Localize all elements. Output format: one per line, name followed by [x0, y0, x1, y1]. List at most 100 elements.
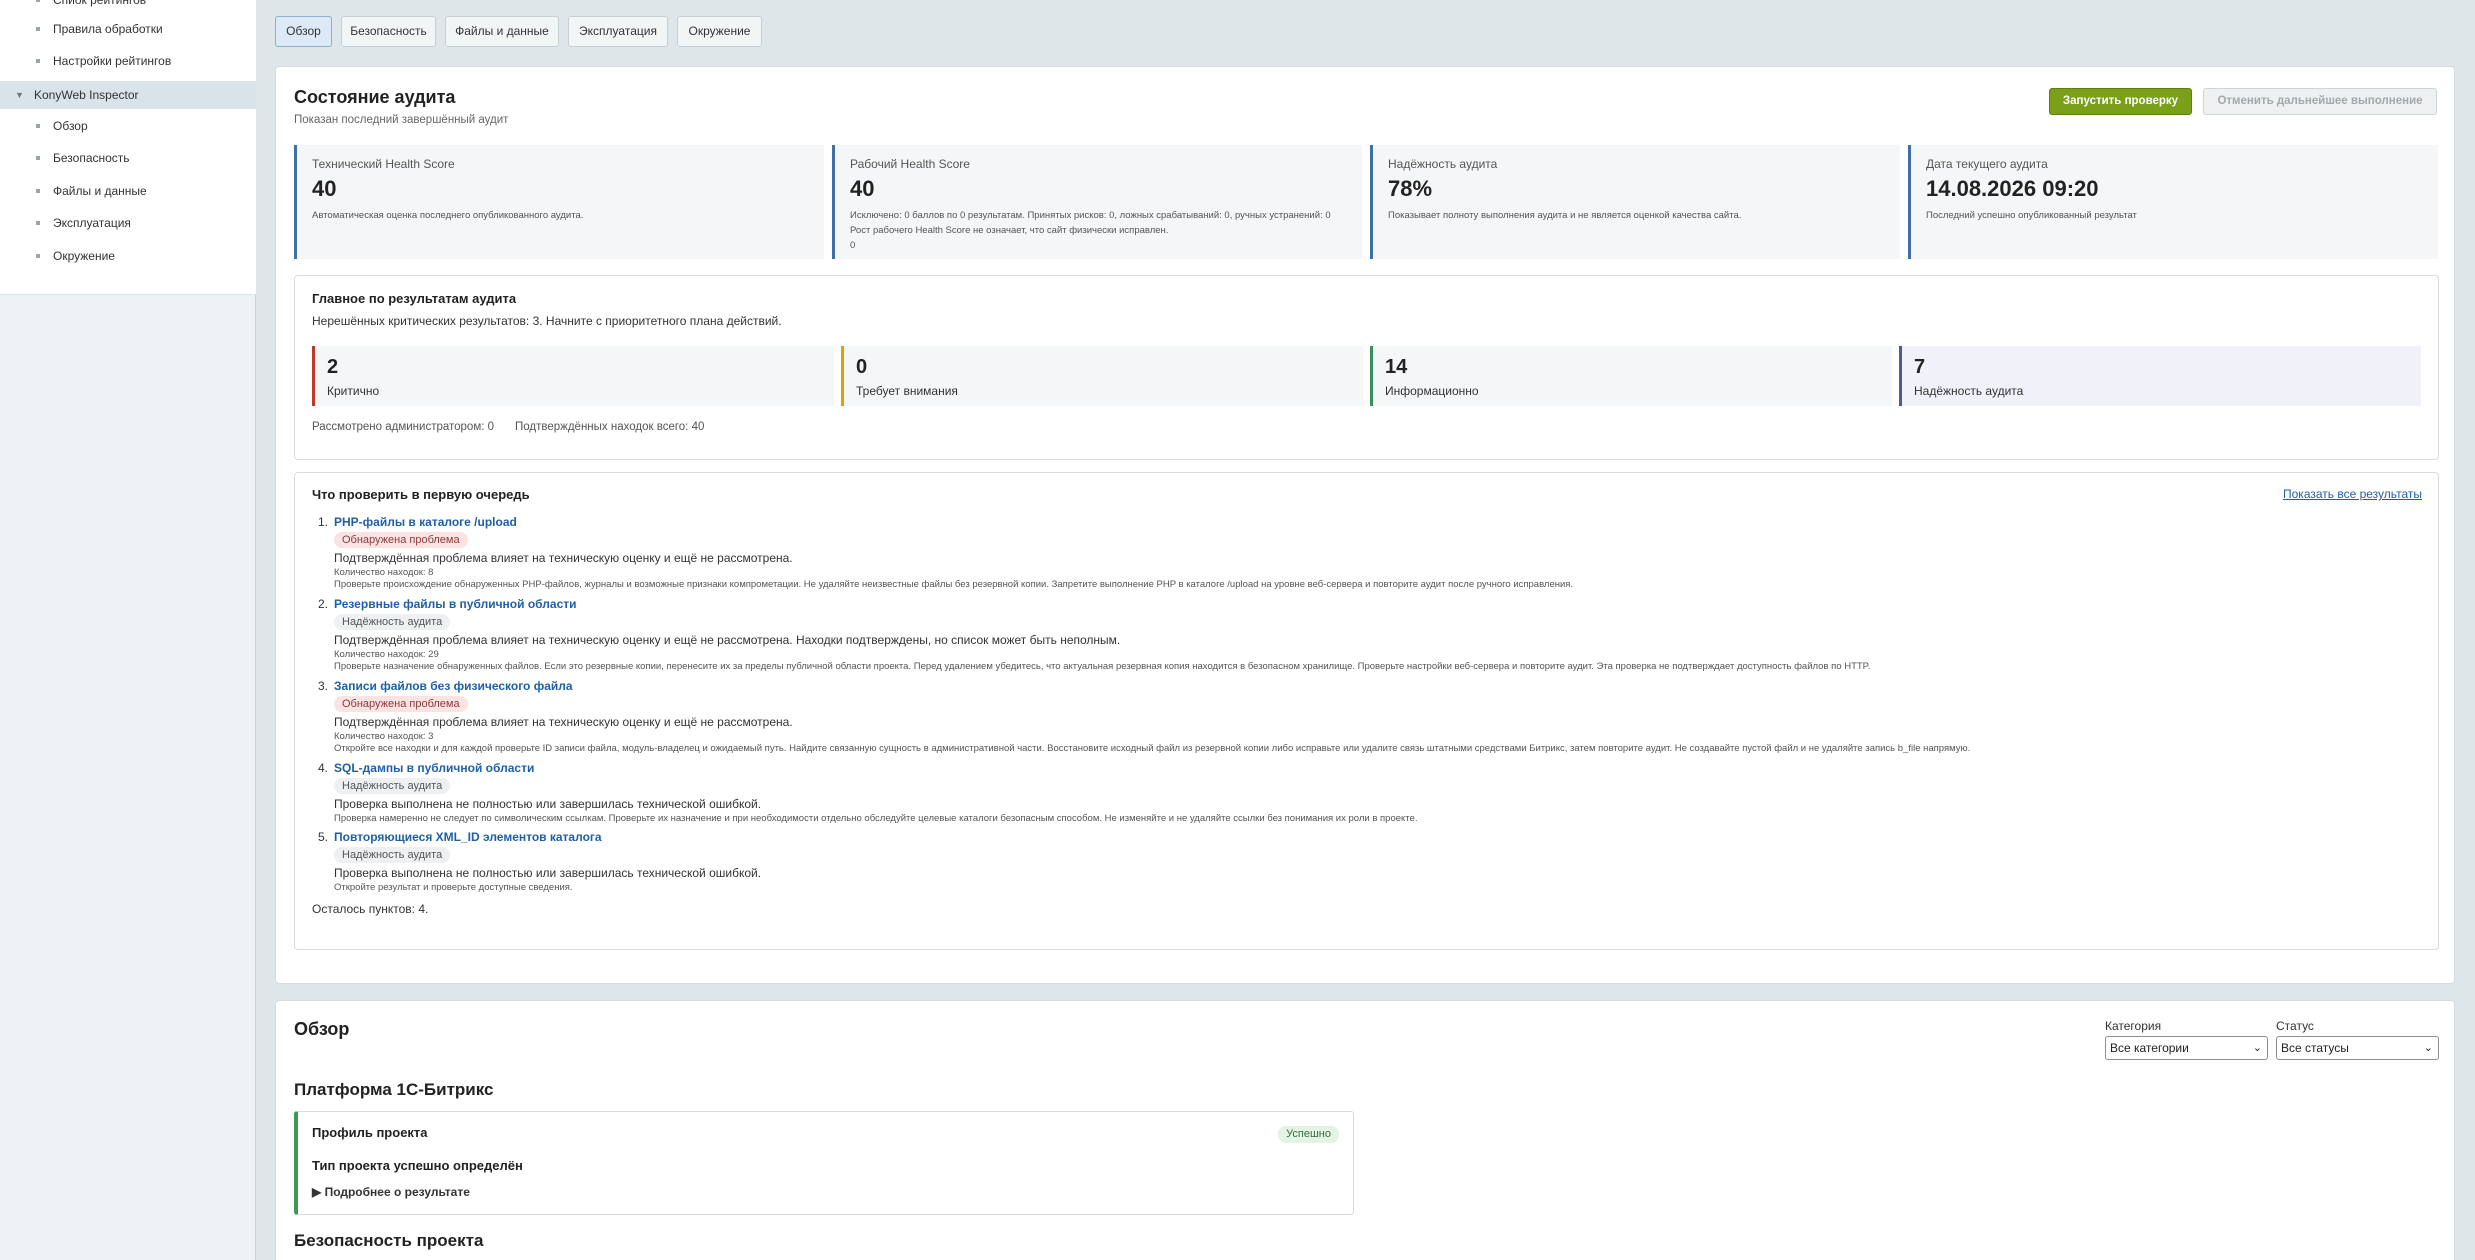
item-recommendation: Проверка намеренно не следует по символи…: [334, 813, 1418, 824]
audit-title: Состояние аудита: [294, 87, 456, 107]
item-title-link[interactable]: Повторяющиеся XML_ID элементов каталога: [334, 830, 602, 844]
bullet-icon: [36, 189, 40, 193]
category-label: Категория: [2105, 1019, 2162, 1033]
item-number: 5.: [318, 830, 329, 844]
tab-operations[interactable]: Эксплуатация: [568, 16, 668, 47]
sidebar-item-overview[interactable]: Обзор: [0, 112, 256, 140]
item-title-link[interactable]: Записи файлов без физического файла: [334, 679, 573, 693]
item-title-link[interactable]: SQL-дампы в публичной области: [334, 761, 534, 775]
score-desc-line: Исключено: 0 баллов по 0 результатам. Пр…: [850, 210, 1331, 221]
tab-files-data[interactable]: Файлы и данные: [445, 16, 559, 47]
item-count: Количество находок: 8: [334, 567, 434, 578]
sidebar-item-security[interactable]: Безопасность: [0, 144, 256, 172]
stat-label: Информационно: [1385, 384, 1479, 398]
confirmed-count: Подтверждённых находок всего: 40: [515, 421, 705, 433]
run-check-button[interactable]: Запустить проверку: [2049, 88, 2192, 115]
item-count: Количество находок: 3: [334, 731, 434, 742]
sidebar-item-processing-rules[interactable]: Правила обработки: [0, 15, 256, 43]
score-label: Надёжность аудита: [1388, 157, 1498, 171]
summary-title: Главное по результатам аудита: [312, 291, 517, 306]
score-value: 78%: [1388, 176, 1433, 201]
score-description: Автоматическая оценка последнего опублик…: [312, 210, 584, 221]
card-title: Профиль проекта: [312, 1125, 428, 1140]
priority-title: Что проверить в первую очередь: [312, 487, 530, 502]
bullet-icon: [36, 59, 40, 63]
audit-reliability-card: Надёжность аудита 78% Показывает полноту…: [1370, 145, 1900, 259]
item-recommendation: Откройте результат и проверьте доступные…: [334, 882, 573, 893]
sidebar-list: Спиок рейтингов Правила обработки Настро…: [0, 0, 256, 295]
tab-environment[interactable]: Окружение: [677, 16, 762, 47]
item-recommendation: Откройте все находки и для каждой провер…: [334, 743, 1971, 754]
status-badge: Надёжность аудита: [334, 847, 451, 863]
remaining-count: Осталось пунктов: 4.: [312, 902, 429, 916]
overview-panel: Обзор Категория Все категории ⌄ Статус В…: [275, 1000, 2455, 1260]
sidebar-item-konyweb-inspector[interactable]: ▼ KonyWeb Inspector: [0, 81, 256, 109]
stat-value: 7: [1914, 356, 1926, 378]
show-all-results-link[interactable]: Показать все результаты: [2283, 487, 2422, 501]
item-description: Подтверждённая проблема влияет на технич…: [334, 633, 1121, 647]
sidebar-item-label: Безопасность: [53, 151, 130, 165]
item-description: Проверка выполнена не полностью или заве…: [334, 797, 762, 811]
technical-health-score-card: Технический Health Score 40 Автоматическ…: [294, 145, 824, 259]
priority-item: 2. Резервные файлы в публичной области Н…: [312, 597, 2412, 677]
status-select[interactable]: Все статусы ⌄: [2276, 1036, 2439, 1060]
status-badge: Надёжность аудита: [334, 778, 451, 794]
chevron-down-icon: ⌄: [2252, 1042, 2262, 1054]
card-result: Тип проекта успешно определён: [312, 1158, 523, 1173]
item-recommendation: Проверьте происхождение обнаруженных PHP…: [334, 579, 1574, 590]
item-count: Количество находок: 29: [334, 649, 439, 660]
bullet-icon: [36, 0, 40, 2]
status-badge: Успешно: [1278, 1126, 1339, 1143]
sidebar-item-label: Эксплуатация: [53, 216, 131, 230]
item-description: Подтверждённая проблема влияет на технич…: [334, 551, 793, 565]
overview-title: Обзор: [294, 1019, 350, 1039]
score-description: Показывает полноту выполнения аудита и н…: [1388, 210, 1742, 221]
bullet-icon: [36, 254, 40, 258]
item-title-link[interactable]: PHP-файлы в каталоге /upload: [334, 515, 517, 529]
sidebar: Спиок рейтингов Правила обработки Настро…: [0, 0, 256, 1260]
item-description: Подтверждённая проблема влияет на технич…: [334, 715, 793, 729]
item-number: 2.: [318, 597, 329, 611]
priority-box: Что проверить в первую очередь Показать …: [294, 472, 2439, 950]
item-title-link[interactable]: Резервные файлы в публичной области: [334, 597, 577, 611]
bullet-icon: [36, 221, 40, 225]
summary-text: Нерешённых критических результатов: 3. Н…: [312, 314, 782, 328]
platform-section-title: Платформа 1С-Битрикс: [294, 1080, 494, 1099]
item-number: 3.: [318, 679, 329, 693]
sidebar-item-rating-settings[interactable]: Настройки рейтингов: [0, 47, 256, 75]
stat-label: Требует внимания: [856, 384, 958, 398]
sidebar-item-label: Спиок рейтингов: [53, 0, 147, 7]
audit-state-panel: Состояние аудита Показан последний завер…: [275, 66, 2455, 984]
sidebar-item-label: Обзор: [53, 119, 88, 133]
priority-item: 1. PHP-файлы в каталоге /upload Обнаруже…: [312, 515, 2412, 595]
sidebar-item-label: Настройки рейтингов: [53, 54, 172, 68]
sidebar-item-files-data[interactable]: Файлы и данные: [0, 177, 256, 205]
stat-value: 2: [327, 356, 339, 378]
status-badge: Надёжность аудита: [334, 614, 451, 630]
category-select[interactable]: Все категории ⌄: [2105, 1036, 2268, 1060]
item-recommendation: Проверьте назначение обнаруженных файлов…: [334, 661, 1871, 672]
score-desc-line: 0: [850, 240, 856, 251]
item-number: 4.: [318, 761, 329, 775]
stat-value: 0: [856, 356, 868, 378]
priority-item: 3. Записи файлов без физического файла О…: [312, 679, 2412, 759]
stat-info: 14 Информационно: [1370, 346, 1892, 406]
stat-attention: 0 Требует внимания: [841, 346, 1363, 406]
audit-subtitle: Показан последний завершённый аудит: [294, 114, 509, 126]
tab-overview[interactable]: Обзор: [275, 16, 332, 47]
project-profile-card: Профиль проекта Успешно Тип проекта успе…: [294, 1111, 1354, 1215]
score-description: Исключено: 0 баллов по 0 результатам. Пр…: [850, 208, 1355, 253]
cancel-execution-button[interactable]: Отменить дальнейшее выполнение: [2203, 88, 2437, 115]
sidebar-item-environment[interactable]: Окружение: [0, 242, 256, 270]
audit-date-card: Дата текущего аудита 14.08.2026 09:20 По…: [1908, 145, 2438, 259]
priority-item: 4. SQL-дампы в публичной области Надёжно…: [312, 761, 2412, 829]
status-badge: Обнаружена проблема: [334, 696, 468, 712]
sidebar-item-label: Правила обработки: [53, 22, 163, 36]
tab-security[interactable]: Безопасность: [341, 16, 436, 47]
score-value: 14.08.2026 09:20: [1926, 176, 2099, 201]
sidebar-item-operations[interactable]: Эксплуатация: [0, 209, 256, 237]
item-number: 1.: [318, 515, 329, 529]
details-toggle[interactable]: ▶ Подробнее о результате: [312, 1185, 470, 1199]
sidebar-item-ratings-list[interactable]: Спиок рейтингов: [0, 0, 256, 14]
stat-label: Надёжность аудита: [1914, 384, 2024, 398]
